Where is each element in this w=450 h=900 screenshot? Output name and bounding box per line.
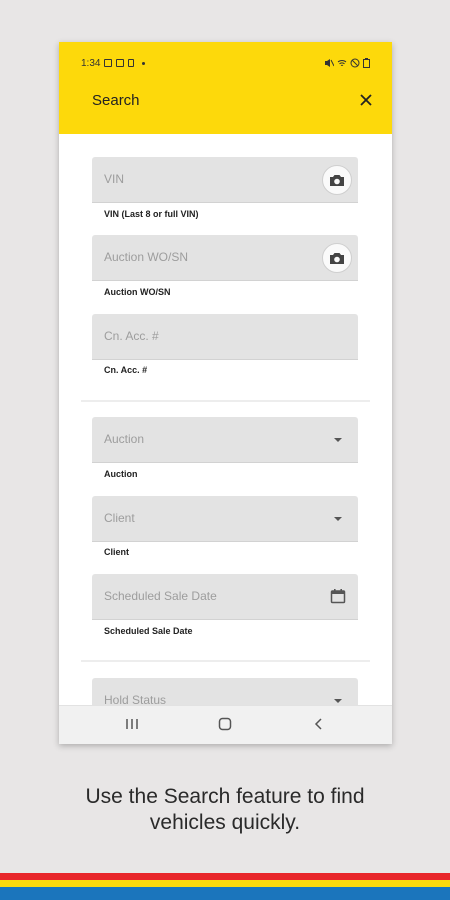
- cn-acc-field[interactable]: Cn. Acc. #: [92, 314, 358, 360]
- red-stripe: [0, 873, 450, 880]
- do-not-disturb-icon: [350, 58, 360, 68]
- message-notification-icon: [116, 59, 125, 67]
- client-placeholder: Client: [104, 511, 135, 525]
- auction-wo-sn-placeholder: Auction WO/SN: [104, 250, 189, 264]
- caption-line-1: Use the Search feature to find: [85, 785, 365, 808]
- yellow-stripe: [0, 880, 450, 887]
- search-form: VIN VIN (Last 8 or full VIN) Auction WO/…: [59, 134, 392, 706]
- section-divider: [81, 660, 370, 662]
- cn-acc-label: Cn. Acc. #: [104, 365, 148, 375]
- section-divider: [81, 400, 370, 402]
- client-label: Client: [104, 547, 130, 557]
- blue-stripe: [0, 887, 450, 900]
- scheduled-sale-date-placeholder: Scheduled Sale Date: [104, 589, 217, 603]
- back-icon[interactable]: [312, 717, 326, 731]
- device-notification-icon: [128, 59, 135, 67]
- scheduled-sale-date-label: Scheduled Sale Date: [104, 626, 193, 636]
- vin-placeholder: VIN: [104, 172, 125, 186]
- dropdown-arrow-icon: [334, 699, 342, 703]
- dropdown-arrow-icon: [334, 517, 342, 521]
- caption-line-2: vehicles quickly.: [149, 811, 301, 834]
- status-bar: 1:34: [81, 56, 370, 70]
- recents-icon[interactable]: [125, 717, 139, 731]
- auction-wo-sn-field[interactable]: Auction WO/SN: [92, 235, 358, 281]
- client-select[interactable]: Client: [92, 496, 358, 542]
- phone-screen: 1:34 Search VIN VIN (Last 8 or full VIN)…: [59, 42, 392, 744]
- cn-acc-placeholder: Cn. Acc. #: [104, 329, 159, 343]
- vin-field[interactable]: VIN: [92, 157, 358, 203]
- vin-label: VIN (Last 8 or full VIN): [104, 209, 199, 219]
- auction-wo-sn-label: Auction WO/SN: [104, 287, 171, 297]
- scheduled-sale-date-field[interactable]: Scheduled Sale Date: [92, 574, 358, 620]
- wifi-icon: [337, 60, 347, 66]
- battery-icon: [363, 58, 370, 68]
- close-icon[interactable]: [358, 92, 374, 108]
- hold-status-select[interactable]: Hold Status: [92, 678, 358, 706]
- promo-caption: Use the Search feature to find vehicles …: [0, 784, 450, 836]
- dropdown-arrow-icon: [334, 438, 342, 442]
- camera-icon[interactable]: [322, 243, 352, 273]
- home-icon[interactable]: [218, 717, 232, 731]
- camera-icon[interactable]: [322, 165, 352, 195]
- app-bar: 1:34 Search: [59, 42, 392, 134]
- status-time: 1:34: [81, 57, 101, 69]
- calendar-icon[interactable]: [330, 588, 346, 604]
- mute-icon: [325, 59, 334, 67]
- gallery-notification-icon: [104, 59, 113, 67]
- auction-placeholder: Auction: [104, 432, 145, 446]
- auction-select[interactable]: Auction: [92, 417, 358, 463]
- more-notifications-icon: [142, 61, 146, 65]
- auction-label: Auction: [104, 469, 138, 479]
- page-title: Search: [92, 92, 140, 109]
- system-nav-bar: [59, 705, 392, 744]
